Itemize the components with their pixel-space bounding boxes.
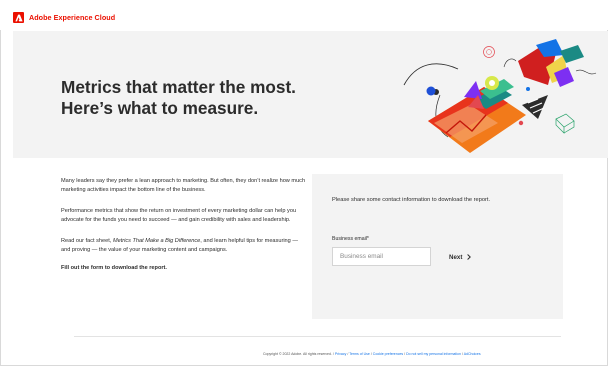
intro-paragraph: Many leaders say they prefer a lean appr…: [61, 178, 306, 193]
form-intro-text: Please share some contact information to…: [332, 197, 491, 203]
form-cta-text: Fill out the form to download the report…: [61, 265, 167, 271]
copyright-text: Copyright © 2022 Adobe. All rights reser…: [263, 352, 332, 356]
footer-link-cookies[interactable]: Cookie preferences: [373, 352, 403, 356]
intro-copy: Many leaders say they prefer a lean appr…: [61, 177, 306, 283]
hero-illustration: [403, 39, 597, 153]
footer-link-do-not-sell[interactable]: Do not sell my personal information: [406, 352, 461, 356]
business-email-label: Business email*: [332, 236, 369, 242]
footer-link-terms[interactable]: Terms of Use: [349, 352, 370, 356]
fact-sheet-paragraph: Read our fact sheet, Metrics That Make a…: [61, 237, 306, 255]
page-title: Metrics that matter the most. Here’s wha…: [61, 77, 296, 118]
adobe-logo-icon: [13, 12, 24, 23]
download-form: Please share some contact information to…: [312, 174, 563, 319]
hero-banner: Metrics that matter the most. Here’s wha…: [13, 31, 608, 158]
fact-sheet-title: Metrics That Make a Big Difference: [112, 238, 201, 244]
benefit-paragraph: Performance metrics that show the return…: [61, 208, 297, 223]
footer-link-privacy[interactable]: Privacy: [335, 352, 346, 356]
brand-name: Adobe Experience Cloud: [29, 13, 116, 22]
footer-link-adchoices[interactable]: AdChoices: [464, 352, 481, 356]
header: Adobe Experience Cloud: [0, 0, 608, 30]
brand[interactable]: Adobe Experience Cloud: [13, 12, 115, 23]
fact-sheet-text-before: Read our fact sheet,: [61, 238, 113, 244]
next-button-label: Next: [449, 253, 463, 261]
next-button[interactable]: Next: [449, 251, 472, 263]
business-email-input[interactable]: [332, 247, 431, 266]
footer: Copyright © 2022 Adobe. All rights reser…: [263, 352, 481, 356]
footer-divider: [74, 336, 561, 337]
chevron-right-icon: [467, 254, 472, 260]
